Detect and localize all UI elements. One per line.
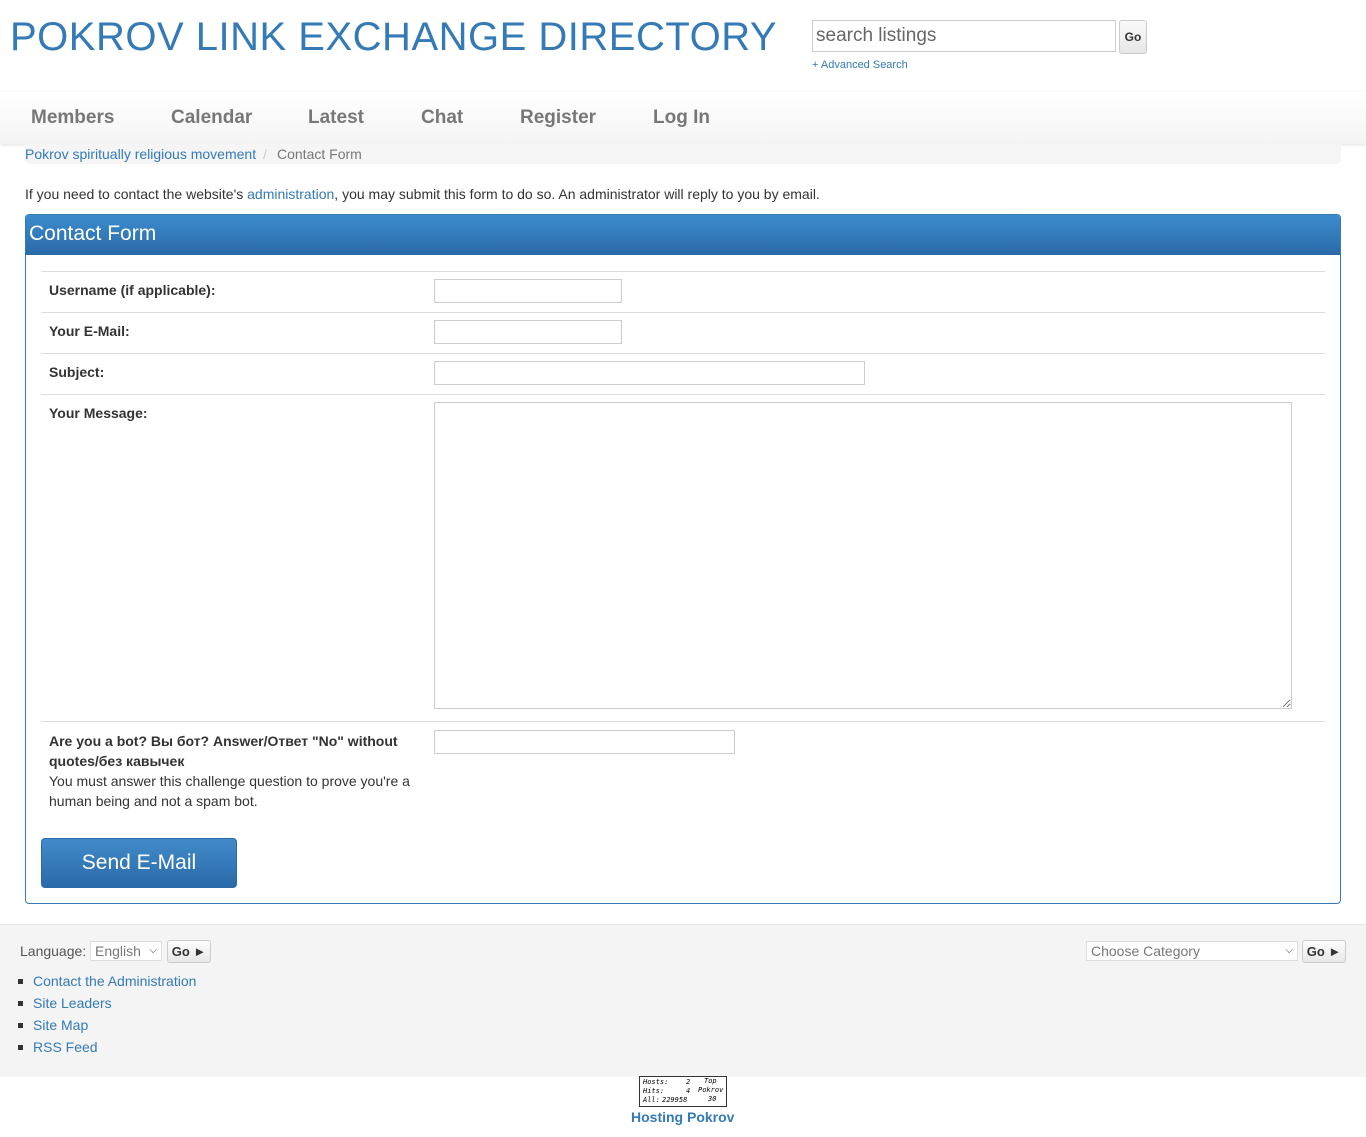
nav-chat[interactable]: Chat — [421, 106, 463, 130]
send-email-button[interactable]: Send E-Mail — [41, 838, 237, 888]
counter-all-value: 229958 — [662, 1096, 688, 1104]
footer-link-text[interactable]: Site Leaders — [33, 995, 112, 1011]
row-divider — [41, 271, 1325, 272]
footer-link-text[interactable]: Site Map — [33, 1017, 88, 1033]
counter-hosts-label: Hosts: — [643, 1078, 669, 1086]
counter-site-label: Pokrov — [698, 1086, 724, 1094]
counter-top-label: Top — [704, 1077, 717, 1085]
footer-link-text[interactable]: RSS Feed — [33, 1039, 98, 1055]
email-label: Your E-Mail: — [49, 323, 130, 339]
search-go-button[interactable]: Go — [1119, 20, 1147, 54]
footer-link-site-leaders[interactable]: Site Leaders — [17, 992, 196, 1014]
intro-text-after: , you may submit this form to do so. An … — [334, 186, 820, 202]
username-field[interactable] — [434, 279, 622, 303]
row-divider — [41, 721, 1325, 722]
intro-text-before: If you need to contact the website's — [25, 186, 248, 202]
footer-link-site-map[interactable]: Site Map — [17, 1014, 196, 1036]
search-input[interactable] — [812, 20, 1116, 52]
bot-question-label: Are you a bot? Вы бот? Answer/Ответ "No"… — [49, 733, 398, 769]
row-divider — [41, 394, 1325, 395]
category-select-value: Choose Category — [1091, 943, 1200, 959]
main-navbar: Members Calendar Latest Chat Register Lo… — [0, 92, 1366, 144]
category-select[interactable]: Choose Category ⌵ — [1086, 941, 1298, 961]
advanced-search-link[interactable]: + Advanced Search — [812, 59, 908, 71]
nav-latest[interactable]: Latest — [308, 106, 364, 130]
bot-answer-field[interactable] — [434, 730, 735, 754]
counter-hits-value: 4 — [686, 1087, 691, 1095]
breadcrumb: Pokrov spiritually religious movement / … — [25, 144, 1341, 164]
chevron-down-icon: ⌵ — [149, 945, 157, 956]
message-label: Your Message: — [49, 405, 148, 421]
language-select-value: English — [95, 943, 141, 959]
panel-title: Contact Form — [29, 222, 157, 245]
language-select[interactable]: English ⌵ — [90, 941, 162, 961]
footer: Language: English ⌵ Go ► Choose Category… — [0, 924, 1366, 1077]
breadcrumb-home-link[interactable]: Pokrov spiritually religious movement — [25, 144, 256, 164]
site-header: POKROV LINK EXCHANGE DIRECTORY Go + Adva… — [0, 0, 1366, 92]
counter-hosts-value: 2 — [686, 1078, 691, 1086]
bot-question-help: You must answer this challenge question … — [49, 773, 410, 809]
language-go-button[interactable]: Go ► — [167, 940, 211, 963]
footer-link-contact[interactable]: Contact the Administration — [17, 970, 196, 992]
subject-label: Subject: — [49, 364, 105, 380]
panel-header: Contact Form — [26, 215, 1340, 255]
footer-links: Contact the Administration Site Leaders … — [17, 970, 196, 1058]
footer-link-text[interactable]: Contact the Administration — [33, 973, 196, 989]
row-divider — [41, 312, 1325, 313]
nav-calendar[interactable]: Calendar — [171, 106, 252, 130]
nav-log-in[interactable]: Log In — [653, 106, 710, 130]
category-go-button[interactable]: Go ► — [1302, 940, 1346, 963]
message-textarea[interactable] — [434, 402, 1292, 709]
breadcrumb-separator: / — [263, 146, 267, 162]
row-divider — [41, 353, 1325, 354]
language-label: Language: — [20, 943, 87, 959]
hosting-link[interactable]: Hosting Pokrov — [631, 1109, 734, 1125]
chevron-down-icon: ⌵ — [1285, 945, 1293, 956]
username-label: Username (if applicable): — [49, 282, 216, 298]
intro-text: If you need to contact the website's adm… — [25, 186, 820, 202]
counter-all-label: All: — [643, 1096, 660, 1104]
site-title[interactable]: POKROV LINK EXCHANGE DIRECTORY — [10, 14, 777, 60]
administration-link[interactable]: administration — [247, 186, 334, 202]
nav-register[interactable]: Register — [520, 106, 596, 130]
footer-link-rss[interactable]: RSS Feed — [17, 1036, 196, 1058]
contact-form-panel: Contact Form Username (if applicable): Y… — [25, 214, 1341, 904]
email-field[interactable] — [434, 320, 622, 344]
subject-field[interactable] — [434, 361, 865, 385]
nav-members[interactable]: Members — [31, 106, 114, 130]
breadcrumb-current: Contact Form — [277, 146, 362, 162]
counter-rank-value: 30 — [708, 1095, 717, 1103]
hit-counter-badge[interactable]: Hosts: 2 Top Hits: 4 Pokrov All: 229958 … — [639, 1076, 727, 1107]
counter-hits-label: Hits: — [643, 1087, 665, 1095]
